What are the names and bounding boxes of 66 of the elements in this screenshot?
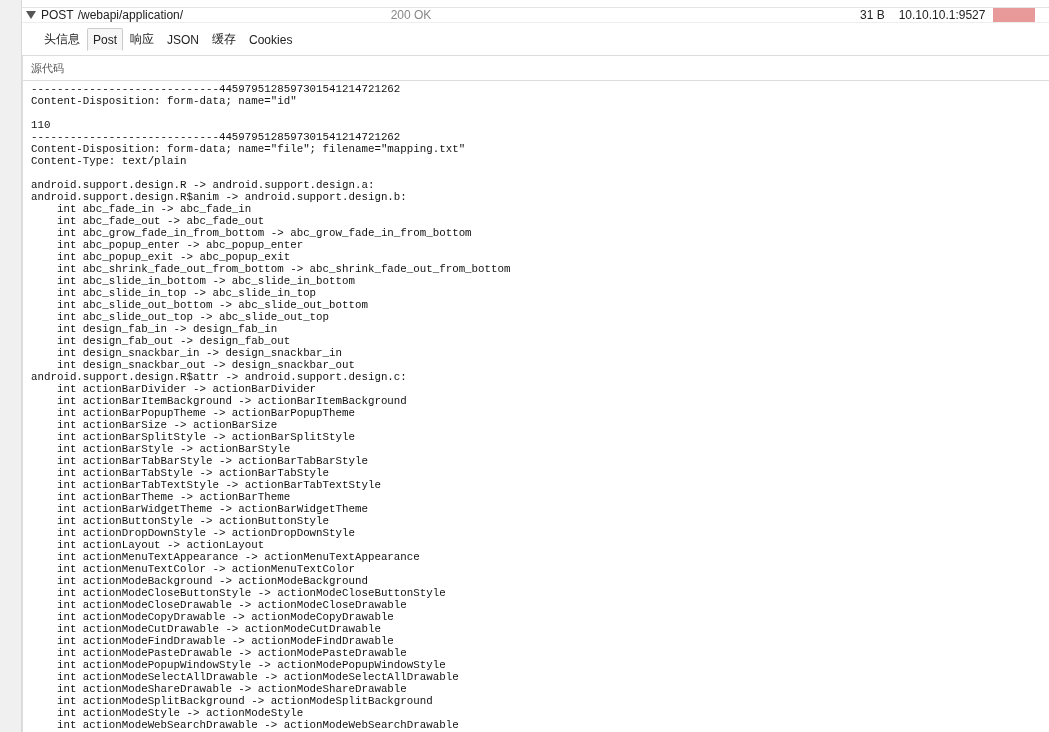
code-line: int actionBarSplitStyle -> actionBarSplitStyle [55, 431, 355, 443]
code-line: int abc_popup_exit -> abc_popup_exit [55, 251, 291, 263]
code-line: int actionModeCloseButtonStyle -> actionModeCloseButtonStyle [55, 587, 446, 599]
code-line: int actionLayout -> actionLayout [55, 539, 265, 551]
request-url: /webapi/application/ [77, 8, 185, 22]
request-size: 31 B [859, 8, 885, 22]
code-line: android.support.design.R$attr -> android.support.design.c: [31, 371, 407, 383]
code-line: int actionBarDivider -> actionBarDivider [55, 383, 317, 395]
code-line: int actionButtonStyle -> actionButtonStyle [55, 515, 330, 527]
tab[interactable]: JSON [161, 28, 206, 51]
code-line: int actionModePopupWindowStyle -> actionModePopupWindowStyle [55, 659, 446, 671]
code-line: int abc_slide_out_top -> abc_slide_out_top [55, 311, 330, 323]
code-line: int abc_slide_in_top -> abc_slide_in_top [55, 287, 317, 299]
code-line: int actionBarTabTextStyle -> actionBarTabTextStyle [55, 479, 381, 491]
code-line: int actionModeBackground -> actionModeBackground [55, 575, 368, 587]
code-line: int abc_slide_in_bottom -> abc_slide_in_bottom [55, 275, 355, 287]
code-line: int abc_shrink_fade_out_from_bottom -> abc_shrink_fade_out_from_bottom [55, 263, 511, 275]
code-line: int actionBarStyle -> actionBarStyle [55, 443, 291, 455]
code-line: int actionBarTabBarStyle -> actionBarTabBarStyle [55, 455, 368, 467]
code-line: int actionBarSize -> actionBarSize [55, 419, 278, 431]
code-line: int actionModeSelectAllDrawable -> actionModeSelectAllDrawable [55, 671, 459, 683]
code-line: int actionModeCutDrawable -> actionModeCutDrawable [55, 623, 381, 635]
tab[interactable]: 缓存 [206, 28, 243, 51]
tab[interactable]: 响应 [124, 28, 160, 51]
code-line: int actionBarWidgetTheme -> actionBarWidgetTheme [55, 503, 368, 515]
code-line: Content-Disposition: form-data; name="file"; filename="mapping.txt" [31, 143, 466, 155]
code-line: int abc_fade_in -> abc_fade_in [55, 203, 252, 215]
code-line: int actionDropDownStyle -> actionDropDownStyle [55, 527, 355, 539]
code-line: 110 [31, 119, 51, 131]
code-line: -----------------------------4459795128597301541214721262 [31, 131, 401, 143]
code-line: int abc_slide_out_bottom -> abc_slide_out_bottom [55, 299, 368, 311]
tab[interactable]: Post [87, 28, 123, 51]
code-line: int actionModeShareDrawable -> actionModeShareDrawable [55, 683, 407, 695]
code-line: int actionModeFindDrawable -> actionModeFindDrawable [55, 635, 394, 647]
code-line: int abc_popup_enter -> abc_popup_enter [55, 239, 304, 251]
code-line: -----------------------------4459795128597301541214721262 [31, 83, 401, 95]
code-line: android.support.design.R -> android.support.design.a: [31, 179, 375, 191]
code-line: int design_snackbar_in -> design_snackbar_in [55, 347, 342, 359]
code-line: int actionBarPopupTheme -> actionBarPopupTheme [55, 407, 355, 419]
timing-bar [992, 8, 1035, 22]
code-line: Content-Type: text/plain [31, 155, 187, 167]
code-line: int actionBarItemBackground -> actionBarItemBackground [55, 395, 407, 407]
code-line: int actionModeWebSearchDrawable -> actionModeWebSearchDrawable [55, 719, 459, 731]
tab[interactable]: 头信息 [38, 28, 86, 51]
panel-title: 源代码 [23, 56, 1049, 81]
remote-address: 10.10.10.1:9527 [898, 8, 987, 22]
code-line: android.support.design.R$anim -> android.support.design.b: [31, 191, 407, 203]
code-line: int actionModeCloseDrawable -> actionModeCloseDrawable [55, 599, 407, 611]
code-line: int actionMenuTextColor -> actionMenuTextColor [55, 563, 355, 575]
code-line: int design_fab_out -> design_fab_out [55, 335, 291, 347]
code-line: int design_snackbar_out -> design_snackbar_out [55, 359, 355, 371]
code-line: int actionModePasteDrawable -> actionModePasteDrawable [55, 647, 407, 659]
code-line: int actionBarTabStyle -> actionBarTabStyle [55, 467, 330, 479]
code-line: int actionBarTheme -> actionBarTheme [55, 491, 291, 503]
tab[interactable]: Cookies [243, 28, 299, 51]
code-line: int actionModeStyle -> actionModeStyle [55, 707, 304, 719]
code-line: Content-Disposition: form-data; name="id" [31, 95, 297, 107]
code-line: int abc_grow_fade_in_from_bottom -> abc_grow_fade_in_from_bottom [55, 227, 472, 239]
request-method: POST [41, 8, 74, 22]
code-line: int abc_fade_out -> abc_fade_out [55, 215, 265, 227]
expand-triangle-icon[interactable] [26, 11, 36, 19]
code-line: int actionModeCopyDrawable -> actionModeCopyDrawable [55, 611, 394, 623]
code-line: int actionModeSplitBackground -> actionModeSplitBackground [55, 695, 433, 707]
code-line: int actionMenuTextAppearance -> actionMenuTextAppearance [55, 551, 420, 563]
request-status: 200 OK [390, 8, 433, 22]
code-line: int design_fab_in -> design_fab_in [55, 323, 278, 335]
